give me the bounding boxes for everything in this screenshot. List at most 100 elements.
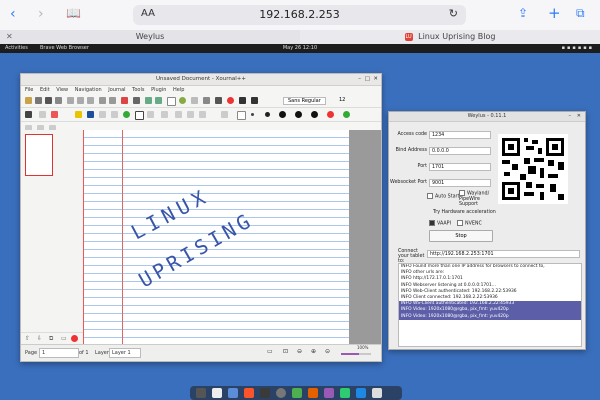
color-black-icon[interactable] bbox=[295, 111, 302, 118]
color-red-icon[interactable] bbox=[327, 111, 334, 118]
thick-stroke-icon[interactable] bbox=[279, 111, 286, 118]
prev-page-icon[interactable] bbox=[145, 97, 152, 104]
software-icon[interactable] bbox=[292, 388, 302, 398]
move-up-icon[interactable]: ⇧ bbox=[25, 335, 30, 342]
zoom-fit-icon[interactable]: ⊡ bbox=[283, 348, 288, 355]
pause-icon[interactable] bbox=[239, 97, 246, 104]
insert-page-icon[interactable]: ▭ bbox=[61, 335, 67, 342]
terminal-icon[interactable] bbox=[260, 388, 270, 398]
minimize-icon[interactable]: – bbox=[569, 112, 572, 121]
brave-icon[interactable] bbox=[244, 388, 254, 398]
save-icon[interactable] bbox=[45, 97, 52, 104]
cut-icon[interactable] bbox=[67, 97, 74, 104]
nvenc-checkbox[interactable]: NVENC bbox=[457, 220, 482, 227]
pen-icon[interactable] bbox=[25, 111, 32, 118]
connect-url-field[interactable]: http://192.168.2.253:1701 bbox=[427, 250, 580, 258]
tab-weylus[interactable]: ✕ Weylus bbox=[0, 30, 300, 44]
print-icon[interactable] bbox=[55, 97, 62, 104]
app-grid-icon[interactable] bbox=[196, 388, 206, 398]
page-preview-icon[interactable]: ▭ bbox=[267, 348, 273, 355]
medium-stroke-icon[interactable] bbox=[265, 112, 270, 117]
play-icon[interactable] bbox=[215, 97, 222, 104]
zoom-reset-icon[interactable]: ⊝ bbox=[325, 348, 330, 355]
page-icon[interactable] bbox=[121, 97, 128, 104]
menu-navigation[interactable]: Navigation bbox=[75, 87, 102, 93]
maximize-icon[interactable]: □ bbox=[365, 74, 370, 85]
new-icon[interactable] bbox=[25, 97, 32, 104]
stop-button[interactable]: Stop bbox=[429, 230, 493, 242]
bind-address-input[interactable]: 0.0.0.0 bbox=[429, 147, 491, 155]
fill-icon[interactable] bbox=[187, 111, 194, 118]
page-thumbnail[interactable] bbox=[25, 134, 53, 176]
menu-edit[interactable]: Edit bbox=[40, 87, 50, 93]
select-icon[interactable] bbox=[99, 111, 106, 118]
marker-icon[interactable] bbox=[75, 111, 82, 118]
bookmarks-icon[interactable]: 📖 bbox=[66, 6, 81, 20]
vaapi-checkbox[interactable]: VAAPI bbox=[429, 220, 451, 227]
default-tool-icon[interactable] bbox=[237, 111, 246, 120]
auto-start-checkbox[interactable]: Auto Start bbox=[427, 193, 459, 200]
menu-tools[interactable]: Tools bbox=[132, 87, 144, 93]
fullscreen-icon[interactable] bbox=[167, 97, 176, 106]
layer-select[interactable]: Layer 1 bbox=[109, 348, 141, 358]
wayland-checkbox[interactable]: Wayland/ PipeWire Support bbox=[459, 190, 495, 207]
new-tab-icon[interactable]: + bbox=[548, 4, 561, 22]
weylus-icon[interactable] bbox=[340, 388, 350, 398]
circle-icon[interactable] bbox=[147, 111, 154, 118]
trash-icon[interactable] bbox=[372, 388, 382, 398]
eraser-icon[interactable] bbox=[39, 111, 46, 118]
back-icon[interactable]: ‹ bbox=[10, 6, 16, 22]
paste-icon[interactable] bbox=[87, 97, 94, 104]
page-input[interactable]: 1 bbox=[39, 348, 79, 358]
tab-linux-uprising[interactable]: LU Linux Uprising Blog bbox=[300, 30, 600, 44]
menu-journal[interactable]: Journal bbox=[108, 87, 125, 93]
xournal-icon[interactable] bbox=[324, 388, 334, 398]
open-icon[interactable] bbox=[35, 97, 42, 104]
color-dark-icon[interactable] bbox=[311, 111, 318, 118]
delete-icon[interactable] bbox=[71, 335, 78, 342]
menu-file[interactable]: File bbox=[25, 87, 33, 93]
arrow-icon[interactable] bbox=[161, 111, 168, 118]
color-green-icon[interactable] bbox=[343, 111, 350, 118]
address-bar[interactable]: AA 192.168.2.253 ↻ bbox=[133, 5, 466, 25]
zoom-out-icon[interactable]: ⊖ bbox=[297, 348, 302, 355]
menu-help[interactable]: Help bbox=[173, 87, 184, 93]
reload-icon[interactable]: ↻ bbox=[449, 7, 458, 20]
undo-icon[interactable] bbox=[99, 97, 106, 104]
pen-mode-icon[interactable] bbox=[179, 97, 186, 104]
websocket-port-input[interactable]: 9001 bbox=[429, 179, 491, 187]
font-size[interactable]: 12 bbox=[339, 97, 345, 103]
log-output[interactable]: INFO Found more than one IP address for … bbox=[398, 263, 582, 347]
thin-stroke-icon[interactable] bbox=[251, 113, 254, 116]
audio-icon[interactable] bbox=[203, 97, 210, 104]
redo-icon[interactable] bbox=[109, 97, 116, 104]
tab-overview-icon[interactable]: ⧉ bbox=[576, 6, 585, 21]
clock[interactable]: May 26 12:10 bbox=[0, 44, 600, 53]
editor-icon[interactable] bbox=[228, 388, 238, 398]
checkbox-box[interactable] bbox=[459, 190, 465, 196]
hand-tool-icon[interactable] bbox=[221, 111, 228, 118]
share-icon[interactable]: ⇪ bbox=[518, 6, 528, 20]
close-icon[interactable]: ✕ bbox=[373, 74, 378, 85]
menu-view[interactable]: View bbox=[56, 87, 68, 93]
firefox-icon[interactable] bbox=[308, 388, 318, 398]
forward-icon[interactable]: › bbox=[38, 6, 44, 22]
move-down-icon[interactable]: ⇩ bbox=[37, 335, 42, 342]
text-icon[interactable] bbox=[87, 111, 94, 118]
close-icon[interactable]: ✕ bbox=[577, 112, 581, 121]
minimize-icon[interactable]: – bbox=[358, 74, 361, 85]
settings-icon[interactable] bbox=[276, 388, 286, 398]
highlighter-icon[interactable] bbox=[51, 111, 58, 118]
checkbox-box[interactable] bbox=[457, 220, 463, 226]
copy-icon[interactable] bbox=[77, 97, 84, 104]
system-tray-icons[interactable]: ▪▪▪▪▪▪ bbox=[562, 44, 594, 53]
rect-icon[interactable] bbox=[135, 111, 144, 120]
files-icon[interactable] bbox=[212, 388, 222, 398]
access-code-input[interactable]: 1234 bbox=[429, 131, 491, 139]
hand-icon[interactable] bbox=[123, 111, 130, 118]
delete-page-icon[interactable] bbox=[133, 97, 140, 104]
ruler-icon[interactable] bbox=[111, 111, 118, 118]
next-page-icon[interactable] bbox=[155, 97, 162, 104]
checkbox-box[interactable] bbox=[427, 193, 433, 199]
stop-audio-icon[interactable] bbox=[251, 97, 258, 104]
